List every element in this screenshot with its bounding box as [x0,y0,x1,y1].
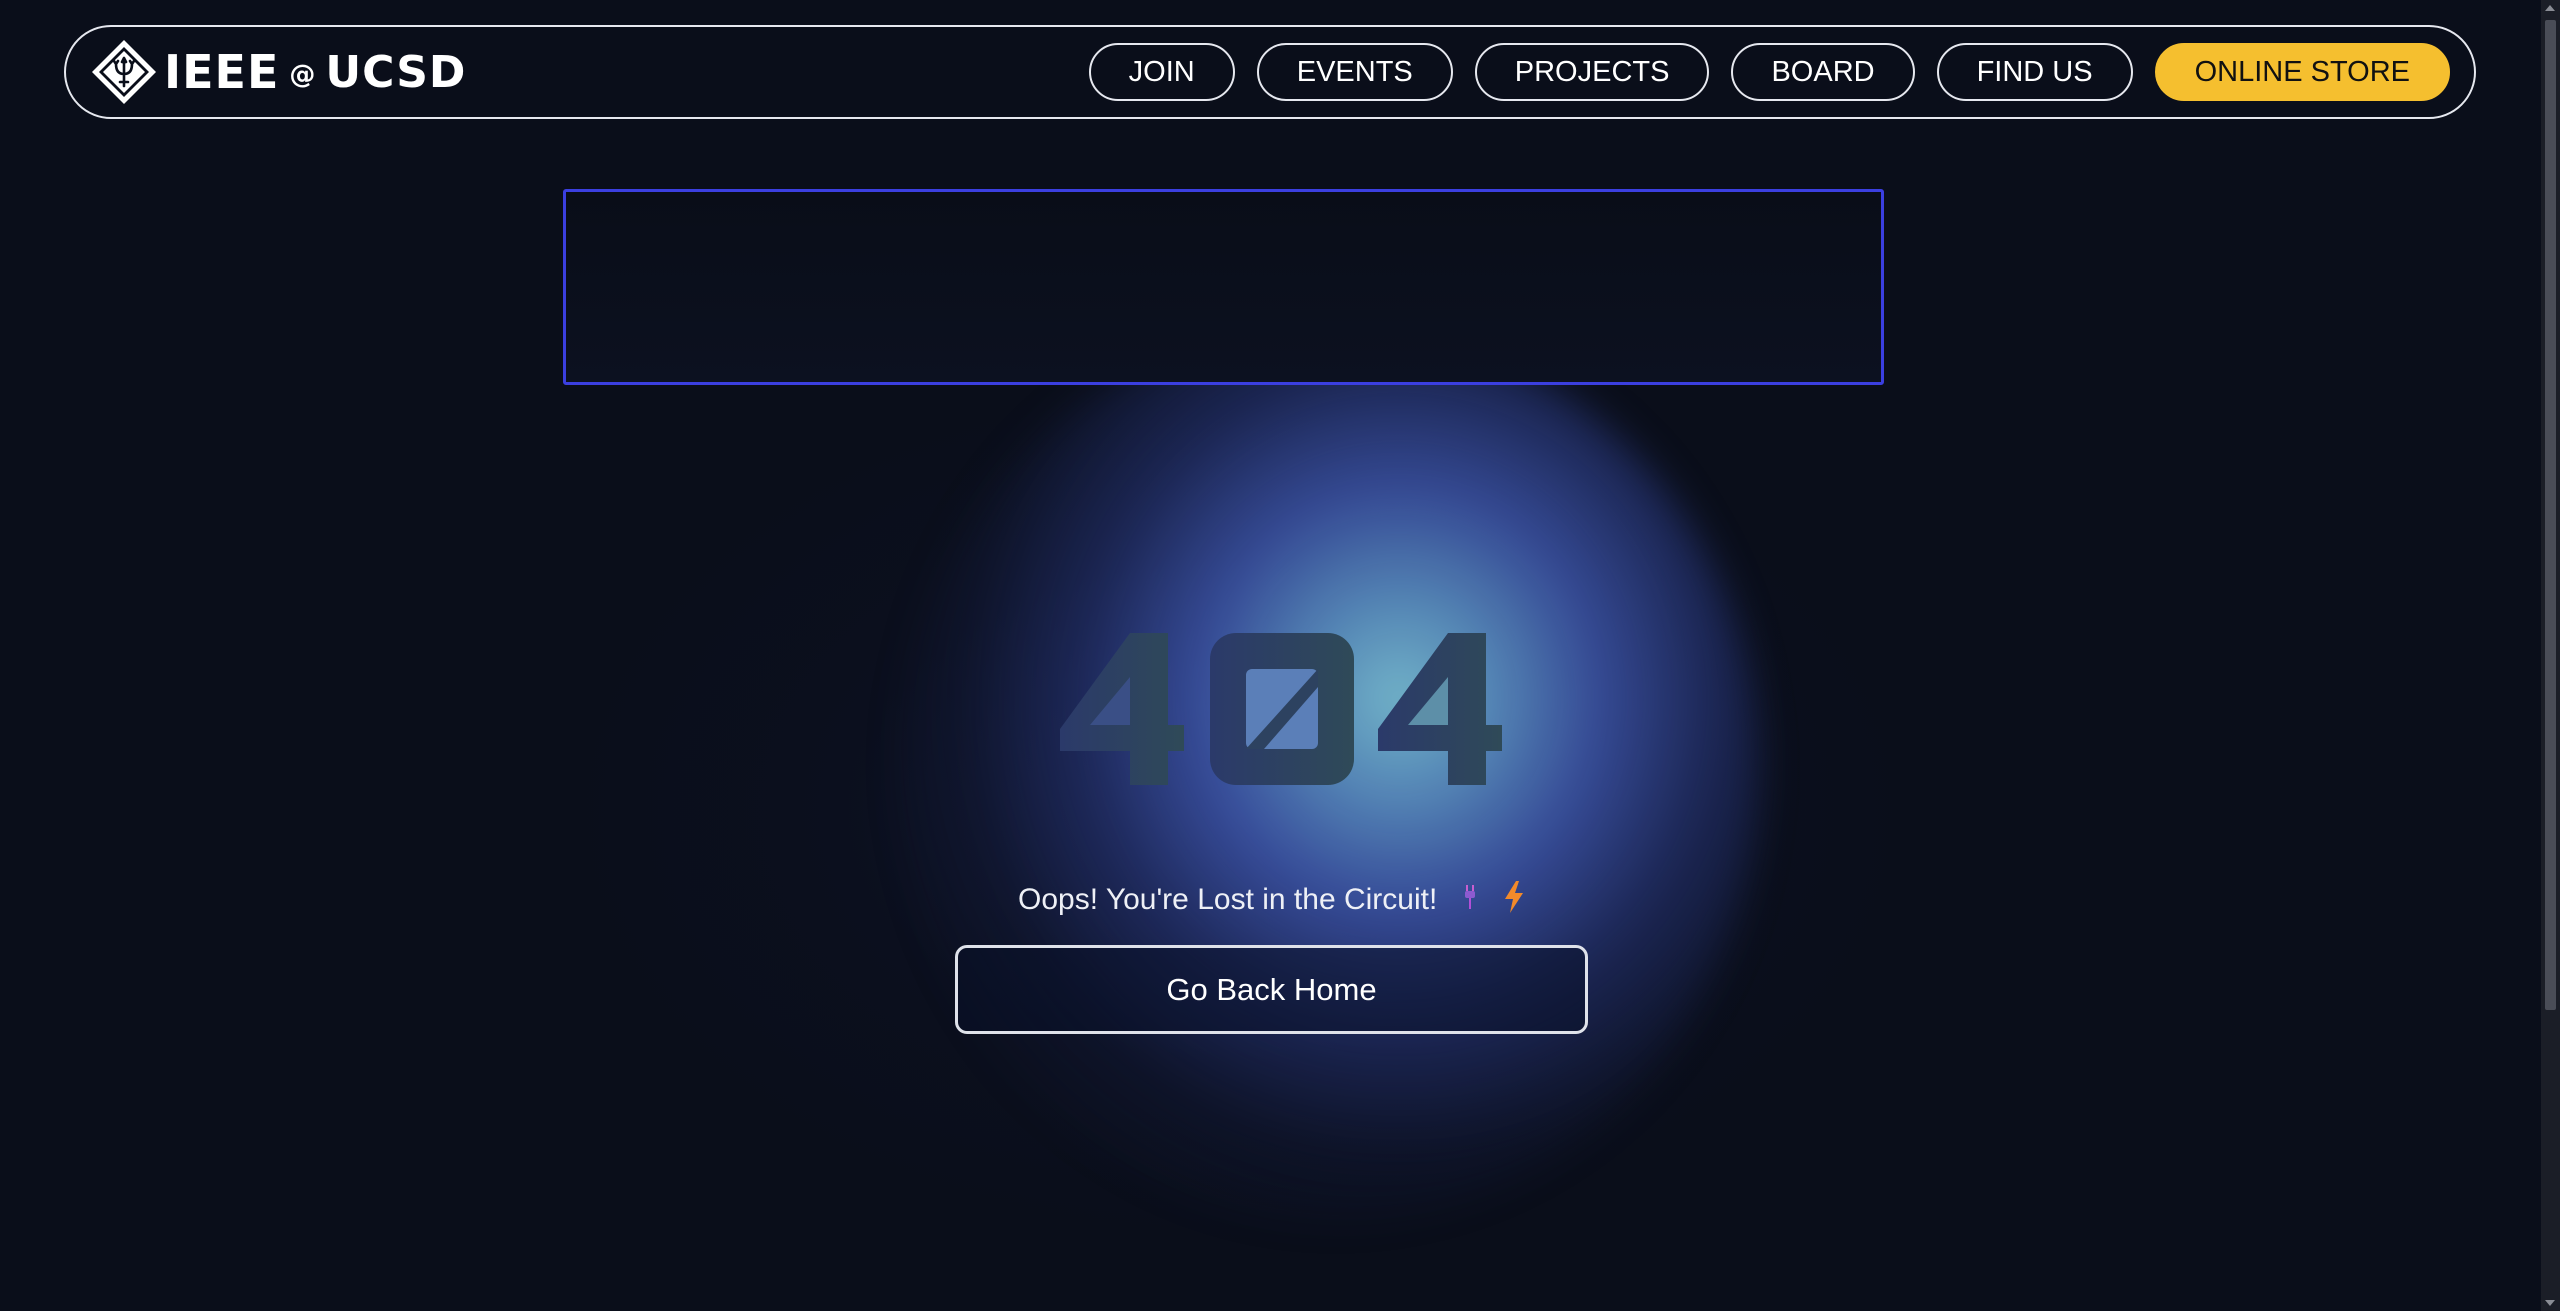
digit-zero [1210,633,1354,785]
error-code-404 [1030,620,1530,800]
brand-at-text: @ [289,60,316,90]
nav-join-button[interactable]: JOIN [1088,43,1235,101]
ieee-logo-icon [92,40,156,104]
brand-ieee-text: IEEE [164,45,280,99]
digit-four-left [1060,633,1184,785]
error-message-text: Oops! You're Lost in the Circuit! [1018,882,1438,916]
nav-find-us-button[interactable]: FIND US [1936,43,2133,101]
page: IEEE @ UCSD JOIN EVENTS PROJECTS BOARD F… [0,0,2560,1311]
brand-ucsd-text: UCSD [325,46,467,98]
go-back-home-button[interactable]: Go Back Home [955,945,1588,1034]
error-message: Oops! You're Lost in the Circuit! [0,880,2552,922]
nav-projects-button[interactable]: PROJECTS [1474,43,1710,101]
nav-board-button[interactable]: BOARD [1731,43,1915,101]
brand-home-link[interactable]: IEEE @ UCSD [90,37,466,107]
navbar: IEEE @ UCSD JOIN EVENTS PROJECTS BOARD F… [64,25,2476,119]
error-code-graphic [1060,633,1502,785]
online-store-button[interactable]: ONLINE STORE [2154,43,2450,101]
vertical-scrollbar[interactable] [2541,0,2560,1311]
scroll-up-arrow-icon[interactable] [2545,5,2555,11]
nav-events-button[interactable]: EVENTS [1256,43,1453,101]
nav-links: JOIN EVENTS PROJECTS BOARD FIND US ONLIN… [1088,43,2450,101]
lightning-icon [1502,880,1526,922]
scroll-down-arrow-icon[interactable] [2545,1300,2555,1306]
digit-four-right [1378,633,1502,785]
banner-frame [563,189,1884,385]
plug-icon [1460,882,1480,920]
scrollbar-thumb[interactable] [2545,20,2556,1010]
